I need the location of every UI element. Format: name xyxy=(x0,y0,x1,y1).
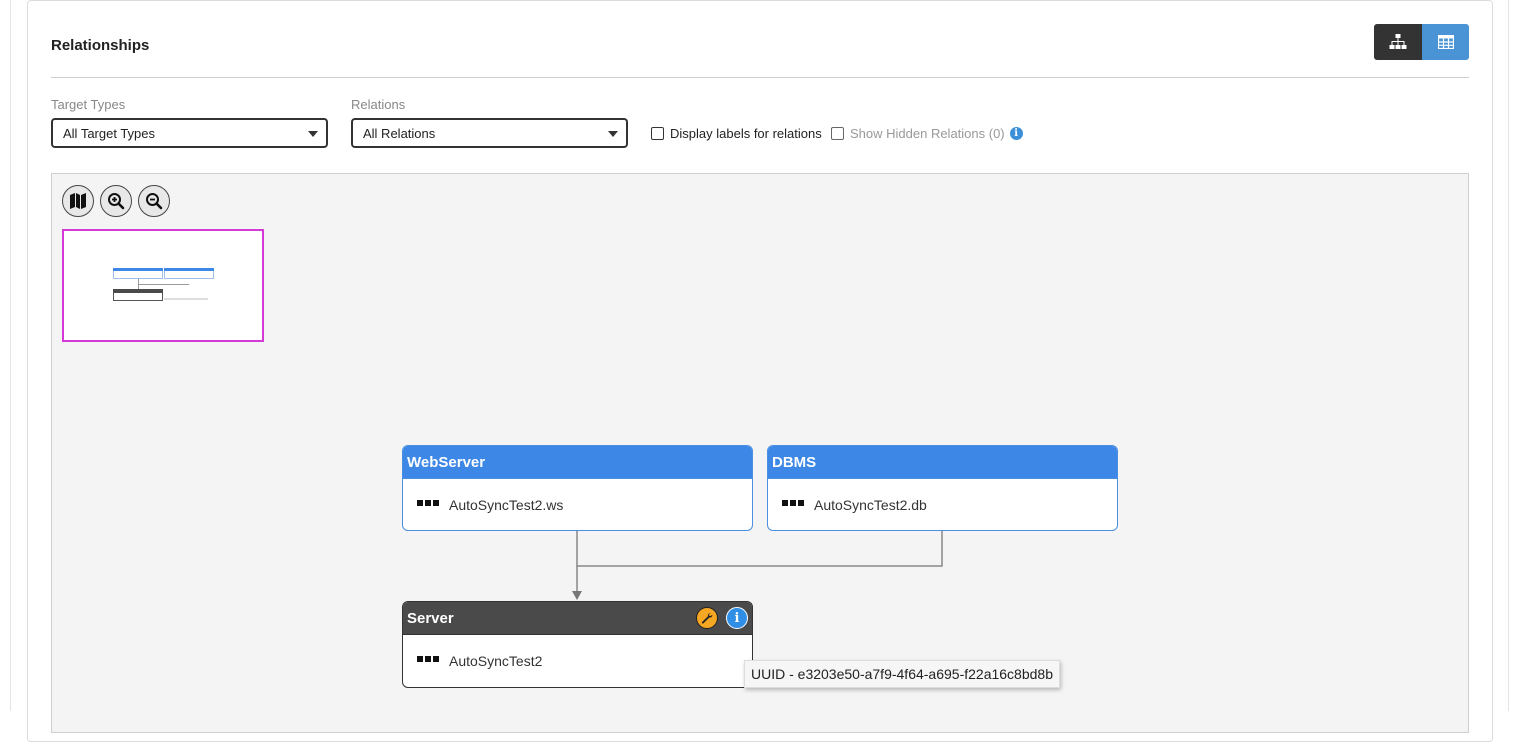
node-header: WebServer xyxy=(403,446,752,479)
uuid-tooltip: UUID - e3203e50-a7f9-4f64-a695-f22a16c8b… xyxy=(744,660,1060,688)
relation-edges xyxy=(572,531,943,600)
relation-edge xyxy=(576,531,943,567)
info-icon[interactable]: i xyxy=(726,607,748,629)
node-type-label: WebServer xyxy=(407,453,486,471)
node-body: AutoSyncTest2 xyxy=(403,635,752,687)
node-body: AutoSyncTest2.ws xyxy=(403,479,752,530)
arrow-head-icon xyxy=(572,591,582,600)
node-webserver[interactable]: WebServer AutoSyncTest2.ws xyxy=(402,445,753,531)
node-type-label: DBMS xyxy=(772,453,817,471)
wrench-icon[interactable] xyxy=(696,607,718,629)
node-dbms[interactable]: DBMS AutoSyncTest2.db xyxy=(767,445,1118,531)
node-name: AutoSyncTest2.db xyxy=(814,497,927,513)
node-body: AutoSyncTest2.db xyxy=(768,479,1117,530)
ellipsis-icon xyxy=(417,656,439,662)
ellipsis-icon xyxy=(417,500,439,506)
node-header: Server i xyxy=(403,602,752,635)
node-server[interactable]: Server i AutoSyncTest2 xyxy=(402,601,753,688)
node-type-label: Server xyxy=(407,609,454,627)
ellipsis-icon xyxy=(782,500,804,506)
node-name: AutoSyncTest2 xyxy=(449,653,543,669)
node-header: DBMS xyxy=(768,446,1117,479)
node-name: AutoSyncTest2.ws xyxy=(449,497,564,513)
